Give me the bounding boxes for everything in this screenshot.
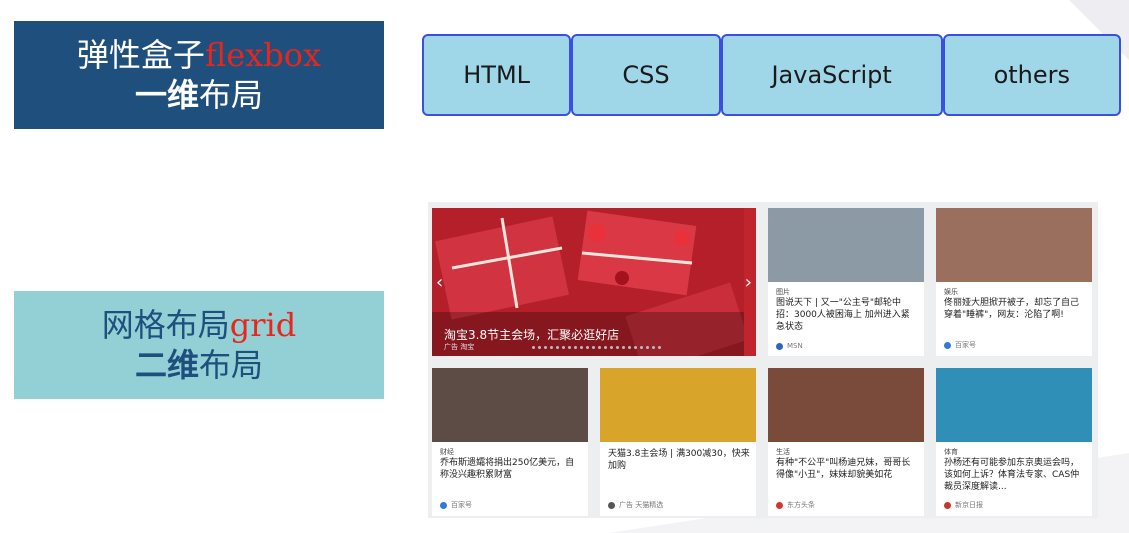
grid-label-rest: 布局 xyxy=(199,346,264,384)
grid-label-accent: grid xyxy=(229,306,297,344)
grid-label-bold: 二维 xyxy=(134,346,199,384)
news-card-source: 新京日报 xyxy=(944,500,983,510)
news-card-image xyxy=(936,368,1092,442)
news-card-title[interactable]: 乔布斯遗孀将捐出250亿美元，自称没兴趣积累财富 xyxy=(440,457,582,481)
news-card[interactable]: 图片 图说天下 | 又一"公主号"邮轮中招：3000人被困海上 加州进入紧急状态 M… xyxy=(768,208,924,356)
source-logo-icon xyxy=(944,341,951,349)
source-logo-icon xyxy=(440,501,447,509)
news-card-source-text: 百家号 xyxy=(451,501,472,509)
news-card-title[interactable]: 图说天下 | 又一"公主号"邮轮中招：3000人被困海上 加州进入紧急状态 xyxy=(776,297,918,333)
news-card-image xyxy=(936,208,1092,282)
carousel-pager[interactable] xyxy=(532,346,661,349)
news-card-image xyxy=(768,208,924,282)
news-card-source: 百家号 xyxy=(944,340,976,350)
news-card-source-text: 东方头条 xyxy=(787,501,815,509)
news-card-source: 东方头条 xyxy=(776,500,815,510)
news-card-source-text: 新京日报 xyxy=(955,501,983,509)
grid-layout-demo: ‹ › 淘宝3.8节主会场，汇聚必逛好店 广告 淘宝 图片 图说天下 | 又一"公… xyxy=(428,202,1098,518)
news-card-tag: 娱乐 xyxy=(944,288,958,296)
carousel-next-icon[interactable]: › xyxy=(745,272,752,293)
featured-carousel-card[interactable]: ‹ › 淘宝3.8节主会场，汇聚必逛好店 广告 淘宝 xyxy=(432,208,756,356)
news-card-source: MSN xyxy=(776,342,803,350)
flex-item-others: others xyxy=(942,34,1121,116)
news-card[interactable]: 财经 乔布斯遗孀将捐出250亿美元，自称没兴趣积累财富百家号 xyxy=(432,368,588,516)
grid-label-line1: 网格布局grid xyxy=(102,305,297,345)
flexbox-label-accent: flexbox xyxy=(204,36,322,74)
news-card-tag: 图片 xyxy=(776,288,790,296)
news-card-title[interactable]: 佟丽娅大胆掀开被子，却忘了自己穿着"睡裤"，网友：沦陷了啊! xyxy=(944,297,1086,321)
news-card-tag: 生活 xyxy=(776,448,790,456)
flex-item-html: HTML xyxy=(422,34,572,116)
news-card-tag: 财经 xyxy=(440,448,454,456)
news-card-title[interactable]: 有种"不公平"叫杨迪兄妹，哥哥长得像"小丑"，妹妹却貌美如花 xyxy=(776,457,918,481)
flexbox-label: 弹性盒子flexbox 一维布局 xyxy=(14,21,384,129)
news-card[interactable]: 体育 孙杨还有可能参加东京奥运会吗，该如何上诉？体育法专家、CAS仲裁员深度解读.… xyxy=(936,368,1092,516)
grid-label-line2: 二维布局 xyxy=(135,345,263,385)
source-logo-icon xyxy=(608,501,615,509)
flexbox-label-main: 弹性盒子 xyxy=(76,36,205,74)
news-card[interactable]: 生活 有种"不公平"叫杨迪兄妹，哥哥长得像"小丑"，妹妹却貌美如花东方头条 xyxy=(768,368,924,516)
news-card-image xyxy=(600,368,756,442)
news-card[interactable]: 天猫3.8主会场 | 满300减30，快来加购广告 天猫精选 xyxy=(600,368,756,516)
news-card-source-text: 百家号 xyxy=(955,341,976,349)
featured-caption: 淘宝3.8节主会场，汇聚必逛好店 xyxy=(444,328,620,342)
source-logo-icon xyxy=(944,501,951,509)
flex-item-javascript: JavaScript xyxy=(720,34,943,116)
flexbox-label-line2: 一维布局 xyxy=(135,75,263,115)
source-logo-icon xyxy=(776,501,783,509)
flex-item-css: CSS xyxy=(571,34,721,116)
grid-label: 网格布局grid 二维布局 xyxy=(14,291,384,399)
flexbox-label-line1: 弹性盒子flexbox xyxy=(77,35,321,75)
flexbox-label-bold: 一维 xyxy=(134,76,199,114)
news-card-source-text: MSN xyxy=(787,342,803,350)
news-card-source-text: 广告 天猫精选 xyxy=(619,501,664,509)
news-card-title[interactable]: 孙杨还有可能参加东京奥运会吗，该如何上诉？体育法专家、CAS仲裁员深度解读... xyxy=(944,457,1086,493)
news-card-title[interactable]: 天猫3.8主会场 | 满300减30，快来加购 xyxy=(608,448,750,472)
news-card-source: 百家号 xyxy=(440,500,472,510)
flexbox-label-rest: 布局 xyxy=(199,76,264,114)
carousel-prev-icon[interactable]: ‹ xyxy=(436,272,443,293)
source-logo-icon xyxy=(776,342,783,350)
news-card-image xyxy=(432,368,588,442)
news-card-tag: 体育 xyxy=(944,448,958,456)
featured-source: 广告 淘宝 xyxy=(444,343,475,351)
news-card-source: 广告 天猫精选 xyxy=(608,500,663,510)
news-card[interactable]: 娱乐 佟丽娅大胆掀开被子，却忘了自己穿着"睡裤"，网友：沦陷了啊! 百家号 xyxy=(936,208,1092,356)
grid-label-main: 网格布局 xyxy=(101,306,230,344)
news-card-image xyxy=(768,368,924,442)
flexbox-row-demo: HTML CSS JavaScript others xyxy=(422,34,1121,116)
